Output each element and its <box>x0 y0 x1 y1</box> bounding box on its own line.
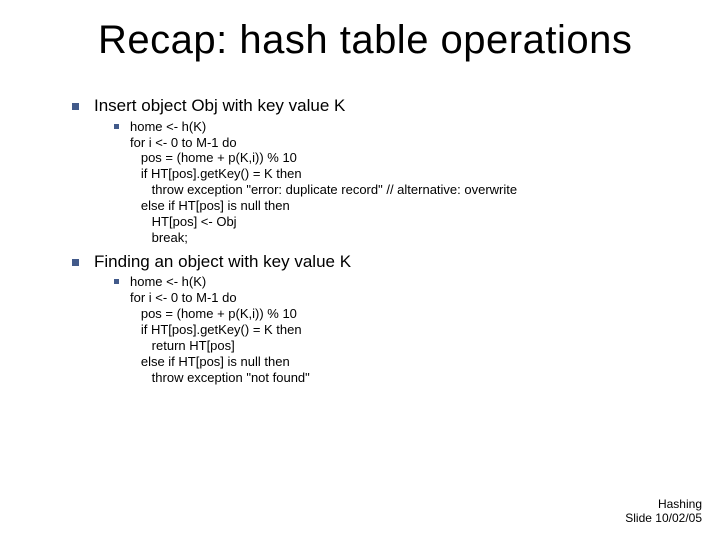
footer: Hashing Slide 10/02/05 <box>625 498 702 526</box>
slide-content: Insert object Obj with key value K home … <box>70 90 690 385</box>
bullet-find-code: home <- h(K) for i <- 0 to M-1 do pos = … <box>70 274 690 385</box>
bullet-find-text: Finding an object with key value K <box>94 252 351 271</box>
footer-line2: Slide 10/02/05 <box>625 512 702 526</box>
bullet-insert: Insert object Obj with key value K <box>70 96 690 117</box>
code-insert: home <- h(K) for i <- 0 to M-1 do pos = … <box>130 119 517 245</box>
bullet-insert-text: Insert object Obj with key value K <box>94 96 345 115</box>
code-find: home <- h(K) for i <- 0 to M-1 do pos = … <box>130 274 310 384</box>
slide: Recap: hash table operations Insert obje… <box>0 0 720 540</box>
bullet-find: Finding an object with key value K <box>70 252 690 273</box>
footer-line1: Hashing <box>625 498 702 512</box>
bullet-insert-code: home <- h(K) for i <- 0 to M-1 do pos = … <box>70 119 690 246</box>
slide-title: Recap: hash table operations <box>98 18 632 63</box>
